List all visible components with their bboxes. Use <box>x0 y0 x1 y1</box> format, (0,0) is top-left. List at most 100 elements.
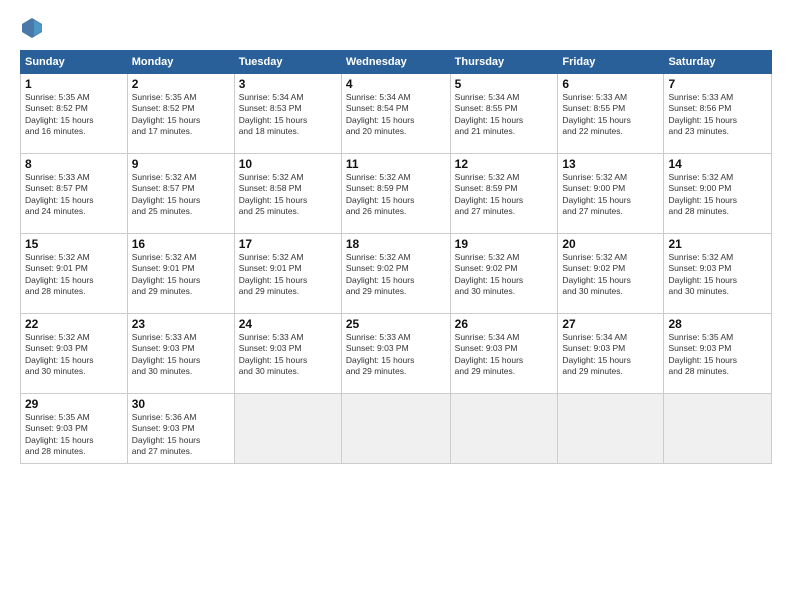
day-number: 28 <box>668 317 767 331</box>
day-number: 30 <box>132 397 230 411</box>
day-cell: 30Sunrise: 5:36 AM Sunset: 9:03 PM Dayli… <box>127 394 234 464</box>
header <box>20 16 772 40</box>
day-number: 26 <box>455 317 554 331</box>
day-number: 24 <box>239 317 337 331</box>
day-info: Sunrise: 5:32 AM Sunset: 9:00 PM Dayligh… <box>562 172 659 218</box>
day-cell: 4Sunrise: 5:34 AM Sunset: 8:54 PM Daylig… <box>341 74 450 154</box>
logo-icon <box>20 16 44 40</box>
week-row-2: 8Sunrise: 5:33 AM Sunset: 8:57 PM Daylig… <box>21 154 772 234</box>
day-cell: 3Sunrise: 5:34 AM Sunset: 8:53 PM Daylig… <box>234 74 341 154</box>
day-cell: 6Sunrise: 5:33 AM Sunset: 8:55 PM Daylig… <box>558 74 664 154</box>
day-number: 19 <box>455 237 554 251</box>
day-cell: 20Sunrise: 5:32 AM Sunset: 9:02 PM Dayli… <box>558 234 664 314</box>
day-info: Sunrise: 5:34 AM Sunset: 9:03 PM Dayligh… <box>455 332 554 378</box>
day-cell: 11Sunrise: 5:32 AM Sunset: 8:59 PM Dayli… <box>341 154 450 234</box>
day-cell <box>450 394 558 464</box>
week-row-5: 29Sunrise: 5:35 AM Sunset: 9:03 PM Dayli… <box>21 394 772 464</box>
day-info: Sunrise: 5:32 AM Sunset: 9:02 PM Dayligh… <box>455 252 554 298</box>
day-info: Sunrise: 5:32 AM Sunset: 9:02 PM Dayligh… <box>346 252 446 298</box>
day-cell: 22Sunrise: 5:32 AM Sunset: 9:03 PM Dayli… <box>21 314 128 394</box>
day-cell <box>234 394 341 464</box>
day-cell <box>341 394 450 464</box>
day-cell: 1Sunrise: 5:35 AM Sunset: 8:52 PM Daylig… <box>21 74 128 154</box>
day-cell: 13Sunrise: 5:32 AM Sunset: 9:00 PM Dayli… <box>558 154 664 234</box>
day-cell: 24Sunrise: 5:33 AM Sunset: 9:03 PM Dayli… <box>234 314 341 394</box>
weekday-saturday: Saturday <box>664 51 772 74</box>
day-info: Sunrise: 5:34 AM Sunset: 9:03 PM Dayligh… <box>562 332 659 378</box>
day-info: Sunrise: 5:35 AM Sunset: 8:52 PM Dayligh… <box>132 92 230 138</box>
day-cell: 17Sunrise: 5:32 AM Sunset: 9:01 PM Dayli… <box>234 234 341 314</box>
day-number: 6 <box>562 77 659 91</box>
day-info: Sunrise: 5:36 AM Sunset: 9:03 PM Dayligh… <box>132 412 230 458</box>
day-cell <box>558 394 664 464</box>
weekday-sunday: Sunday <box>21 51 128 74</box>
week-row-1: 1 Sunrise: 5:35 AM Sunset: 8:52 PM Daylig… <box>21 74 772 154</box>
day-number: 27 <box>562 317 659 331</box>
day-number: 9 <box>132 157 230 171</box>
day-cell: 10Sunrise: 5:32 AM Sunset: 8:58 PM Dayli… <box>234 154 341 234</box>
day-info: Sunrise: 5:32 AM Sunset: 8:59 PM Dayligh… <box>455 172 554 218</box>
day-number: 3 <box>239 77 337 91</box>
day-number: 4 <box>346 77 446 91</box>
day-number: 21 <box>668 237 767 251</box>
day-cell: 29Sunrise: 5:35 AM Sunset: 9:03 PM Dayli… <box>21 394 128 464</box>
day-info: Sunrise: 5:33 AM Sunset: 8:56 PM Dayligh… <box>668 92 767 138</box>
day-cell: 15Sunrise: 5:32 AM Sunset: 9:01 PM Dayli… <box>21 234 128 314</box>
day-number: 17 <box>239 237 337 251</box>
day-number: 1 <box>25 77 123 91</box>
logo <box>20 16 46 40</box>
day-cell: 18Sunrise: 5:32 AM Sunset: 9:02 PM Dayli… <box>341 234 450 314</box>
day-number: 16 <box>132 237 230 251</box>
weekday-thursday: Thursday <box>450 51 558 74</box>
day-number: 8 <box>25 157 123 171</box>
day-info: Sunrise: 5:34 AM Sunset: 8:53 PM Dayligh… <box>239 92 337 138</box>
day-number: 7 <box>668 77 767 91</box>
day-cell: 12Sunrise: 5:32 AM Sunset: 8:59 PM Dayli… <box>450 154 558 234</box>
day-info: Sunrise: 5:32 AM Sunset: 9:00 PM Dayligh… <box>668 172 767 218</box>
weekday-friday: Friday <box>558 51 664 74</box>
day-number: 11 <box>346 157 446 171</box>
day-number: 18 <box>346 237 446 251</box>
week-row-4: 22Sunrise: 5:32 AM Sunset: 9:03 PM Dayli… <box>21 314 772 394</box>
day-number: 14 <box>668 157 767 171</box>
page: SundayMondayTuesdayWednesdayThursdayFrid… <box>0 0 792 612</box>
day-number: 23 <box>132 317 230 331</box>
day-cell: 14Sunrise: 5:32 AM Sunset: 9:00 PM Dayli… <box>664 154 772 234</box>
day-cell: 8Sunrise: 5:33 AM Sunset: 8:57 PM Daylig… <box>21 154 128 234</box>
day-info: Sunrise: 5:32 AM Sunset: 9:01 PM Dayligh… <box>25 252 123 298</box>
day-number: 29 <box>25 397 123 411</box>
day-cell: 25Sunrise: 5:33 AM Sunset: 9:03 PM Dayli… <box>341 314 450 394</box>
week-row-3: 15Sunrise: 5:32 AM Sunset: 9:01 PM Dayli… <box>21 234 772 314</box>
weekday-wednesday: Wednesday <box>341 51 450 74</box>
day-info: Sunrise: 5:33 AM Sunset: 8:57 PM Dayligh… <box>25 172 123 218</box>
day-number: 10 <box>239 157 337 171</box>
day-info: Sunrise: 5:32 AM Sunset: 9:01 PM Dayligh… <box>239 252 337 298</box>
day-cell: 9Sunrise: 5:32 AM Sunset: 8:57 PM Daylig… <box>127 154 234 234</box>
day-info: Sunrise: 5:34 AM Sunset: 8:54 PM Dayligh… <box>346 92 446 138</box>
day-cell: 21Sunrise: 5:32 AM Sunset: 9:03 PM Dayli… <box>664 234 772 314</box>
day-cell: 28Sunrise: 5:35 AM Sunset: 9:03 PM Dayli… <box>664 314 772 394</box>
day-cell: 2Sunrise: 5:35 AM Sunset: 8:52 PM Daylig… <box>127 74 234 154</box>
day-info: Sunrise: 5:33 AM Sunset: 9:03 PM Dayligh… <box>132 332 230 378</box>
calendar-table: SundayMondayTuesdayWednesdayThursdayFrid… <box>20 50 772 464</box>
day-number: 22 <box>25 317 123 331</box>
day-cell <box>664 394 772 464</box>
day-info: Sunrise: 5:32 AM Sunset: 9:03 PM Dayligh… <box>668 252 767 298</box>
day-info: Sunrise: 5:34 AM Sunset: 8:55 PM Dayligh… <box>455 92 554 138</box>
day-number: 2 <box>132 77 230 91</box>
day-cell: 16Sunrise: 5:32 AM Sunset: 9:01 PM Dayli… <box>127 234 234 314</box>
day-number: 15 <box>25 237 123 251</box>
day-info: Sunrise: 5:32 AM Sunset: 9:03 PM Dayligh… <box>25 332 123 378</box>
day-info: Sunrise: 5:33 AM Sunset: 9:03 PM Dayligh… <box>346 332 446 378</box>
day-cell: 7Sunrise: 5:33 AM Sunset: 8:56 PM Daylig… <box>664 74 772 154</box>
day-info: Sunrise: 5:32 AM Sunset: 9:01 PM Dayligh… <box>132 252 230 298</box>
day-info: Sunrise: 5:35 AM Sunset: 9:03 PM Dayligh… <box>25 412 123 458</box>
day-info: Sunrise: 5:32 AM Sunset: 8:57 PM Dayligh… <box>132 172 230 218</box>
day-number: 12 <box>455 157 554 171</box>
day-number: 13 <box>562 157 659 171</box>
weekday-tuesday: Tuesday <box>234 51 341 74</box>
day-info: Sunrise: 5:32 AM Sunset: 8:58 PM Dayligh… <box>239 172 337 218</box>
day-info: Sunrise: 5:32 AM Sunset: 9:02 PM Dayligh… <box>562 252 659 298</box>
weekday-monday: Monday <box>127 51 234 74</box>
day-number: 25 <box>346 317 446 331</box>
